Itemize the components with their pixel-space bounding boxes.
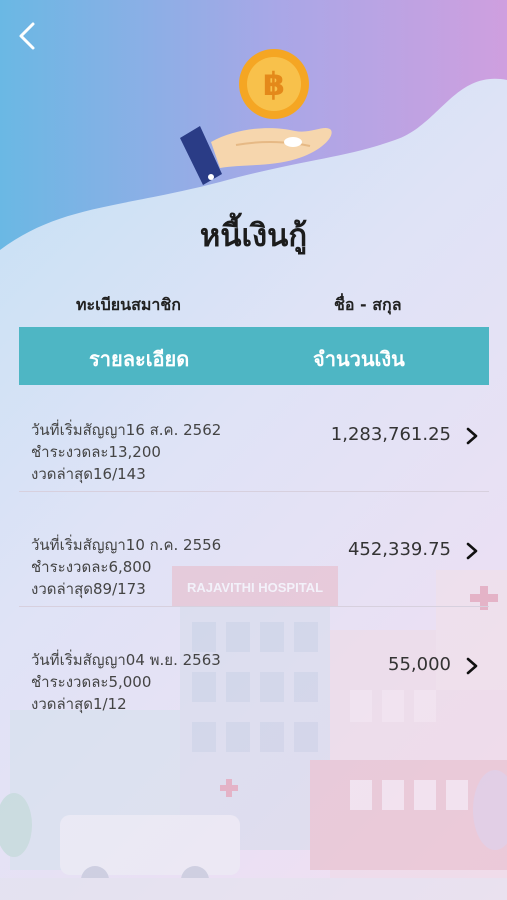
chevron-left-icon[interactable] (14, 20, 42, 52)
loan-start-date: วันที่เริ่มสัญญา10 ก.ค. 2556 (31, 536, 222, 554)
loan-start-date: วันที่เริ่มสัญญา16 ส.ค. 2562 (31, 421, 222, 439)
loan-debt-screen: RAJAVITHI HOSPITAL ฿ หนี้เงินกู้ ทะเบียน… (0, 0, 507, 900)
loan-installment: ชำระงวดละ6,800 (31, 558, 152, 576)
column-header-detail: รายละเอียด (89, 347, 190, 371)
loan-latest-period: งวดล่าสุด89/173 (31, 580, 146, 598)
row-divider (19, 606, 489, 607)
column-header-amount: จำนวนเงิน (313, 347, 405, 371)
loan-installment: ชำระงวดละ5,000 (31, 673, 152, 691)
chevron-right-icon[interactable] (465, 657, 479, 675)
member-name-label: ชื่อ - สกุล (334, 295, 402, 314)
loan-table-header: รายละเอียด จำนวนเงิน (19, 327, 489, 385)
loan-row[interactable]: วันที่เริ่มสัญญา16 ส.ค. 2562 ชำระงวดละ13… (19, 396, 489, 510)
loan-amount: 452,339.75 (347, 539, 451, 560)
loan-amount: 55,000 (388, 654, 451, 675)
loan-installment: ชำระงวดละ13,200 (31, 443, 161, 461)
baht-coin-icon: ฿ (239, 49, 309, 119)
loan-row[interactable]: วันที่เริ่มสัญญา10 ก.ค. 2556 ชำระงวดละ6,… (19, 511, 489, 625)
chevron-right-icon[interactable] (465, 427, 479, 445)
loan-amount: 1,283,761.25 (330, 424, 451, 445)
loan-start-date: วันที่เริ่มสัญญา04 พ.ย. 2563 (31, 651, 221, 669)
loan-row[interactable]: วันที่เริ่มสัญญา04 พ.ย. 2563 ชำระงวดละ5,… (19, 626, 489, 740)
svg-text:฿: ฿ (263, 65, 285, 103)
row-divider (19, 491, 489, 492)
chevron-right-icon[interactable] (465, 542, 479, 560)
member-id-label: ทะเบียนสมาชิก (76, 295, 181, 314)
loan-latest-period: งวดล่าสุด16/143 (31, 465, 146, 483)
loan-latest-period: งวดล่าสุด1/12 (31, 695, 127, 713)
page-title: หนี้เงินกู้ (199, 218, 308, 254)
open-hand-icon (180, 126, 332, 185)
